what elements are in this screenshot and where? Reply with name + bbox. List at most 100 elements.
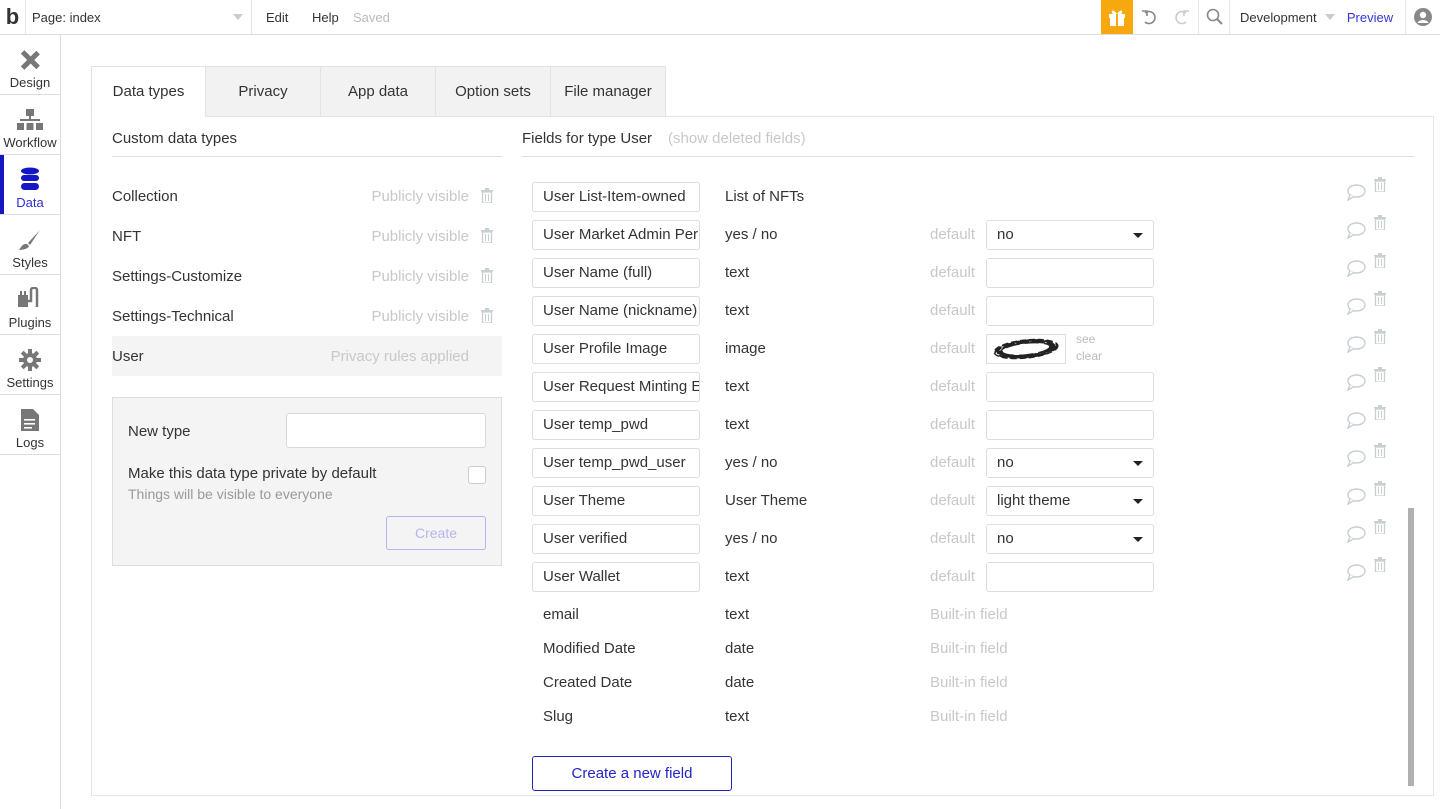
field-name-input[interactable]: User Profile Image	[532, 334, 700, 364]
trash-icon[interactable]	[1374, 177, 1386, 195]
field-name: Slug	[543, 708, 574, 725]
sidebar-label: Data	[16, 195, 44, 210]
default-image-thumbnail[interactable]	[986, 334, 1066, 364]
menu-edit[interactable]: Edit	[266, 0, 288, 34]
field-name-input[interactable]: User Name (nickname)	[532, 296, 700, 326]
new-type-input[interactable]	[286, 413, 486, 448]
type-visibility: Privacy rules applied	[330, 347, 469, 365]
bubble-logo[interactable]: b	[0, 0, 26, 34]
create-new-field-button[interactable]: Create a new field	[532, 756, 732, 791]
default-value-input[interactable]	[986, 258, 1154, 288]
page-selector[interactable]: Page: index	[26, 0, 252, 34]
trash-icon[interactable]	[1374, 481, 1386, 499]
trash-icon[interactable]	[1374, 405, 1386, 423]
builtin-field-row: email text Built-in field	[532, 600, 1032, 630]
clear-image-link[interactable]: clear	[1076, 348, 1102, 365]
field-name-input[interactable]: User List-Item-owned	[532, 182, 700, 212]
default-value-dropdown[interactable]: no	[986, 220, 1154, 250]
tab-option-sets[interactable]: Option sets	[436, 66, 551, 117]
trash-icon[interactable]	[1374, 519, 1386, 537]
preview-button[interactable]: Preview	[1340, 0, 1400, 34]
comment-icon[interactable]	[1346, 564, 1366, 584]
type-row-settings-customize[interactable]: Settings-Customize Publicly visible	[112, 256, 502, 296]
field-name-input[interactable]: User Wallet	[532, 562, 700, 592]
default-value-input[interactable]	[986, 562, 1154, 592]
type-visibility: Publicly visible	[371, 227, 469, 245]
trash-icon[interactable]	[1374, 367, 1386, 385]
gift-button[interactable]	[1101, 0, 1133, 34]
comment-icon[interactable]	[1346, 222, 1366, 242]
default-label: default	[930, 340, 976, 357]
sidebar-item-workflow[interactable]: Workflow	[0, 95, 60, 155]
brush-icon	[19, 230, 40, 250]
type-name: User	[112, 347, 144, 365]
tab-data-types[interactable]: Data types	[91, 66, 206, 117]
trash-icon[interactable]	[1374, 443, 1386, 461]
image-actions: see clear	[1076, 331, 1102, 365]
field-name-input[interactable]: User Request Minting Email	[532, 372, 700, 402]
environment-selector[interactable]: Development	[1229, 0, 1335, 34]
sidebar-item-logs[interactable]: Logs	[0, 395, 60, 455]
fields-scrollbar[interactable]	[1408, 508, 1414, 786]
comment-icon[interactable]	[1346, 260, 1366, 280]
sidebar-item-styles[interactable]: Styles	[0, 215, 60, 275]
type-row-collection[interactable]: Collection Publicly visible	[112, 176, 502, 216]
tab-privacy[interactable]: Privacy	[206, 66, 321, 117]
type-row-user[interactable]: User Privacy rules applied	[112, 336, 502, 376]
builtin-note: Built-in field	[930, 606, 1008, 623]
builtin-note: Built-in field	[930, 674, 1008, 691]
field-name-input[interactable]: User Theme	[532, 486, 700, 516]
trash-icon[interactable]	[481, 228, 493, 243]
undo-button[interactable]	[1134, 0, 1166, 34]
account-button[interactable]	[1405, 0, 1440, 34]
field-name-input[interactable]: User verified	[532, 524, 700, 554]
comment-icon[interactable]	[1346, 412, 1366, 432]
field-name-input[interactable]: User temp_pwd	[532, 410, 700, 440]
field-name-input[interactable]: User temp_pwd_user	[532, 448, 700, 478]
comment-icon[interactable]	[1346, 488, 1366, 508]
trash-icon[interactable]	[481, 308, 493, 323]
default-label: default	[930, 226, 976, 243]
sidebar-item-settings[interactable]: Settings	[0, 335, 60, 395]
sidebar-item-plugins[interactable]: Plugins	[0, 275, 60, 335]
show-deleted-fields-link[interactable]: (show deleted fields)	[668, 130, 806, 147]
trash-icon[interactable]	[1374, 253, 1386, 271]
trash-icon[interactable]	[481, 188, 493, 203]
default-value-dropdown[interactable]: no	[986, 448, 1154, 478]
tab-app-data[interactable]: App data	[321, 66, 436, 117]
search-button[interactable]	[1198, 0, 1230, 34]
field-row: User temp_pwd text default	[532, 405, 1402, 440]
trash-icon[interactable]	[481, 268, 493, 283]
menu-help[interactable]: Help	[312, 0, 339, 34]
type-row-nft[interactable]: NFT Publicly visible	[112, 216, 502, 256]
tab-file-manager[interactable]: File manager	[551, 66, 666, 117]
default-value-input[interactable]	[986, 296, 1154, 326]
comment-icon[interactable]	[1346, 450, 1366, 470]
comment-icon[interactable]	[1346, 526, 1366, 546]
comment-icon[interactable]	[1346, 184, 1366, 204]
type-row-settings-technical[interactable]: Settings-Technical Publicly visible	[112, 296, 502, 336]
sidebar-item-design[interactable]: Design	[0, 35, 60, 95]
type-name: Collection	[112, 187, 178, 205]
default-value-dropdown[interactable]: no	[986, 524, 1154, 554]
field-type: text	[725, 568, 750, 585]
trash-icon[interactable]	[1374, 215, 1386, 233]
trash-icon[interactable]	[1374, 291, 1386, 309]
comment-icon[interactable]	[1346, 374, 1366, 394]
default-value-input[interactable]	[986, 372, 1154, 402]
default-value-input[interactable]	[986, 410, 1154, 440]
trash-icon[interactable]	[1374, 329, 1386, 347]
redo-button[interactable]	[1165, 0, 1197, 34]
private-by-default-checkbox[interactable]	[468, 466, 486, 484]
default-value-dropdown[interactable]: light theme	[986, 486, 1154, 516]
comment-icon[interactable]	[1346, 298, 1366, 318]
see-image-link[interactable]: see	[1076, 331, 1102, 348]
sidebar-item-data[interactable]: Data	[0, 155, 60, 215]
caret-down-icon	[1133, 537, 1143, 542]
field-name-input[interactable]: User Market Admin Permission	[532, 220, 700, 250]
caret-down-icon	[1133, 461, 1143, 466]
create-type-button[interactable]: Create	[386, 516, 486, 550]
field-name-input[interactable]: User Name (full)	[532, 258, 700, 288]
trash-icon[interactable]	[1374, 557, 1386, 575]
comment-icon[interactable]	[1346, 336, 1366, 356]
